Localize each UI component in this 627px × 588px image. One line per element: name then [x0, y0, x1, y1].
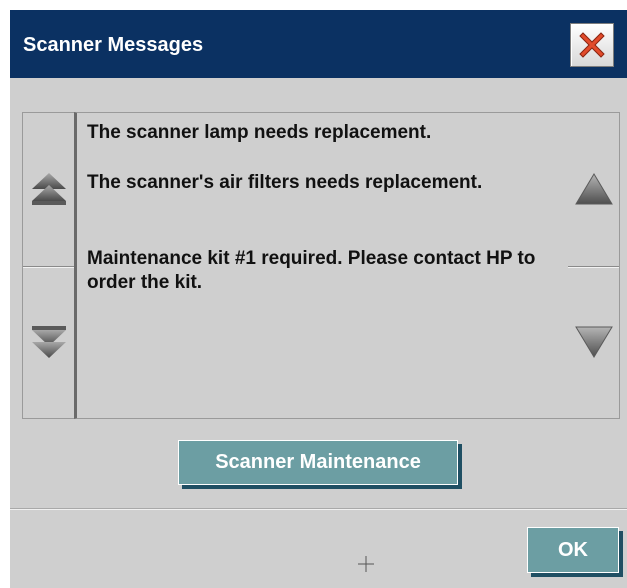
left-scroll-panel — [22, 112, 74, 419]
dialog-title: Scanner Messages — [23, 34, 204, 56]
close-button[interactable] — [570, 23, 614, 67]
crosshair-cursor-icon — [358, 556, 374, 572]
double-down-arrow-icon — [31, 325, 66, 358]
message-item: Maintenance kit #1 required. Please cont… — [87, 248, 536, 293]
footer-divider — [10, 508, 627, 510]
page-up-button[interactable] — [23, 113, 74, 266]
close-x-icon — [579, 32, 605, 58]
scanner-maintenance-button[interactable]: Scanner Maintenance — [178, 440, 458, 485]
message-item: The scanner's air filters needs replacem… — [87, 172, 483, 193]
messages-list: The scanner lamp needs replacement. The … — [74, 112, 568, 419]
scroll-up-button[interactable] — [568, 113, 619, 266]
page-down-button[interactable] — [23, 266, 74, 419]
down-arrow-icon — [574, 326, 613, 358]
up-arrow-icon — [574, 173, 613, 205]
scanner-messages-dialog: Scanner Messages The scanner lamp needs … — [10, 10, 627, 588]
double-up-arrow-icon — [31, 173, 66, 206]
ok-button[interactable]: OK — [527, 527, 619, 573]
right-scroll-panel — [568, 112, 620, 419]
message-item: The scanner lamp needs replacement. — [87, 122, 432, 143]
scroll-down-button[interactable] — [568, 266, 619, 419]
title-bar: Scanner Messages — [10, 10, 627, 78]
